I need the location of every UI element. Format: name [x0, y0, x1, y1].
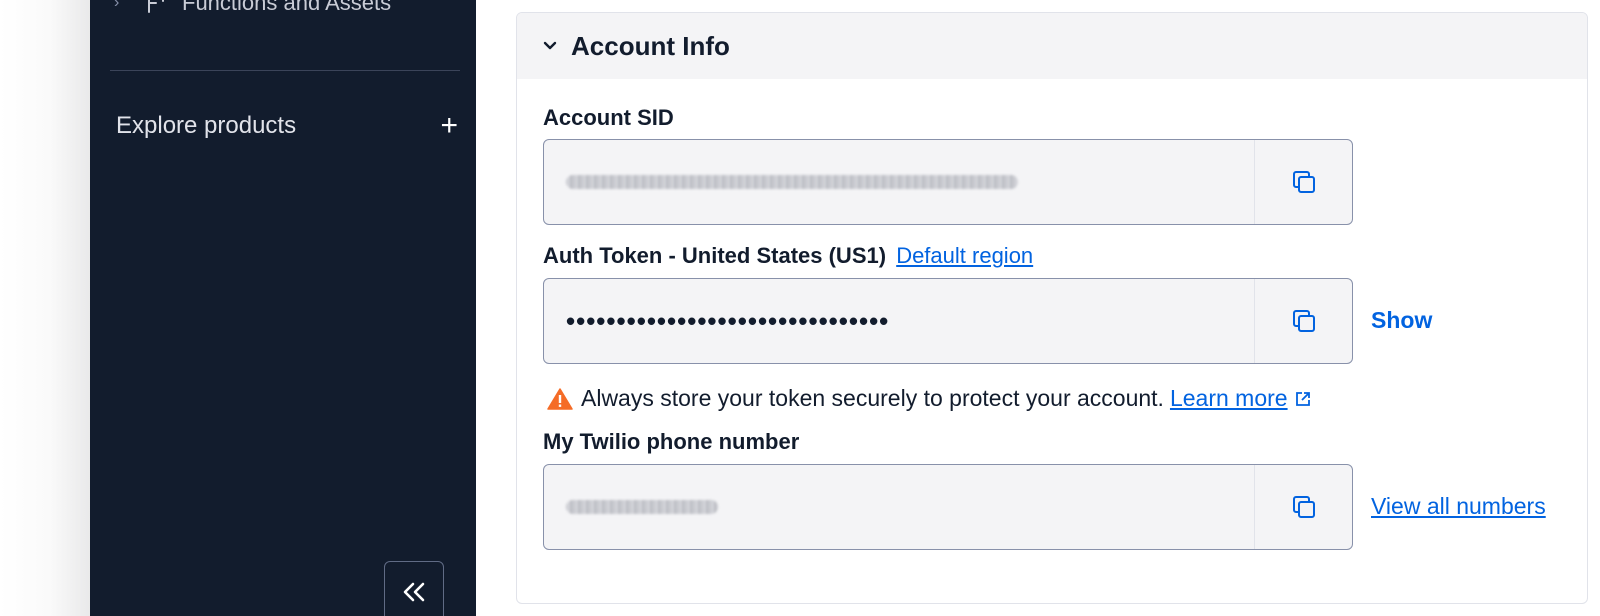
account-sid-field[interactable] [543, 139, 1353, 225]
sidebar: › Functions and Assets Explore products … [90, 0, 476, 616]
explore-products-button[interactable]: Explore products + [116, 108, 458, 144]
page-backdrop [0, 0, 90, 616]
account-info-header[interactable]: Account Info [517, 13, 1587, 79]
sidebar-item-functions-and-assets[interactable]: › Functions and Assets [114, 0, 391, 18]
phone-number-value [544, 465, 1254, 549]
collapse-sidebar-button[interactable] [384, 561, 444, 616]
external-link-icon[interactable] [1294, 390, 1312, 408]
default-region-link[interactable]: Default region [896, 243, 1033, 268]
learn-more-link[interactable]: Learn more [1170, 385, 1288, 412]
chevron-right-icon: › [114, 0, 120, 11]
auth-token-value: •••••••••••••••••••••••••••••••• [544, 279, 1254, 363]
auth-token-field[interactable]: •••••••••••••••••••••••••••••••• [543, 278, 1353, 364]
show-token-button[interactable]: Show [1371, 307, 1432, 334]
phone-number-label: My Twilio phone number [543, 429, 799, 455]
phone-number-field[interactable] [543, 464, 1353, 550]
chevron-down-icon [543, 41, 557, 50]
copy-icon [1292, 496, 1315, 518]
masked-token: •••••••••••••••••••••••••••••••• [566, 305, 890, 336]
copy-icon [1292, 171, 1315, 193]
explore-products-label: Explore products [116, 112, 297, 139]
account-info-card: Account Info Account SID Auth Token - Un… [516, 12, 1588, 604]
copy-account-sid-button[interactable] [1254, 140, 1352, 224]
sidebar-divider [110, 70, 460, 71]
copy-auth-token-button[interactable] [1254, 279, 1352, 363]
sidebar-item-label: Functions and Assets [182, 0, 392, 15]
view-all-numbers-link[interactable]: View all numbers [1371, 493, 1546, 520]
plus-icon: + [440, 109, 458, 142]
redacted-value [566, 175, 1018, 189]
card-title: Account Info [571, 30, 730, 61]
auth-token-label: Auth Token - United States (US1) Default… [543, 243, 1033, 269]
redacted-value [566, 500, 718, 514]
copy-icon [1292, 310, 1315, 332]
account-sid-label-text: Account SID [543, 105, 674, 130]
auth-token-label-text: Auth Token - United States (US1) [543, 243, 887, 268]
token-warning: Always store your token securely to prot… [547, 385, 1312, 412]
account-sid-label: Account SID [543, 105, 674, 131]
warning-text: Always store your token securely to prot… [581, 385, 1164, 411]
copy-phone-number-button[interactable] [1254, 465, 1352, 549]
double-chevron-left-icon [403, 582, 425, 602]
functions-icon [148, 0, 164, 13]
phone-number-label-text: My Twilio phone number [543, 429, 800, 454]
warning-triangle-icon [547, 387, 573, 410]
account-sid-value [544, 140, 1254, 224]
